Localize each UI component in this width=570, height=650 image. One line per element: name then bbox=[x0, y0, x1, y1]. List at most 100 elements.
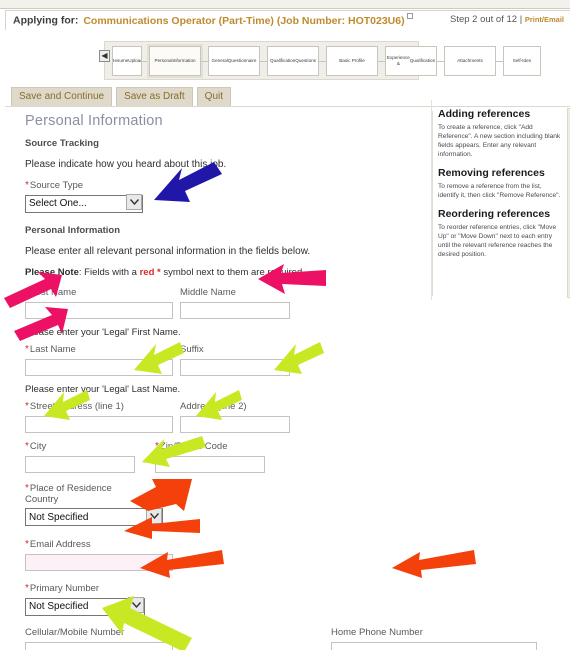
last-name-input[interactable] bbox=[25, 358, 173, 376]
required-asterisk: * bbox=[25, 539, 29, 550]
wizard-step-connector bbox=[496, 60, 503, 62]
primary-number-label-text: Primary Number bbox=[29, 583, 100, 594]
residence-label-text: Place of Residence bbox=[29, 482, 112, 494]
page-title: Personal Information bbox=[25, 113, 163, 129]
home-phone-input[interactable] bbox=[331, 641, 537, 650]
cellular-number-label: Cellular/Mobile Number bbox=[25, 626, 125, 638]
legal-last-name-note: Please enter your 'Legal' Last Name. bbox=[25, 383, 181, 395]
email-label-text: Email Address bbox=[29, 539, 91, 550]
street-address-label-text: Street Address (line 1) bbox=[29, 400, 124, 412]
wizard-step-label-line: Experience & bbox=[386, 55, 410, 66]
step-counter-text: Step 2 out of 12 | bbox=[449, 14, 523, 25]
browser-top-strip bbox=[0, 0, 570, 9]
wizard-step-8[interactable]: Self-Iden bbox=[503, 46, 541, 76]
wizard-step-7[interactable]: Attachments bbox=[444, 46, 496, 76]
wizard-step-connector bbox=[260, 60, 267, 62]
save-and-continue-button[interactable]: Save and Continue bbox=[11, 87, 113, 107]
wizard-step-label-line: Personal bbox=[154, 58, 173, 63]
required-asterisk: * bbox=[25, 286, 29, 298]
help-body-1: To create a reference, click "Add Refere… bbox=[438, 124, 561, 158]
personal-information-heading: Personal Information bbox=[25, 224, 121, 236]
application-form-page: Applying for: Communications Operator (Pa… bbox=[0, 0, 570, 650]
help-heading-3: Reordering references bbox=[438, 208, 551, 220]
source-type-select-wrapper[interactable] bbox=[25, 193, 143, 213]
last-name-label: *Last Name bbox=[25, 344, 173, 355]
help-body-3: To reorder reference entries, click "Mov… bbox=[438, 224, 557, 258]
email-label: *Email Address bbox=[25, 539, 425, 550]
help-heading-1: Adding references bbox=[438, 108, 531, 120]
required-fields-note: Please Note: Fields with a red * symbol … bbox=[25, 267, 425, 278]
city-label-text: City bbox=[29, 440, 47, 452]
city-label: *City bbox=[25, 441, 135, 452]
wizard-step-connector bbox=[378, 60, 385, 62]
zip-label: *Zip/Postal Code bbox=[155, 441, 265, 452]
wizard-steps-row: Resume Upload Personal Information General Qu… bbox=[112, 46, 541, 76]
personal-information-form: Personal Information Source Tracking Ple… bbox=[25, 110, 537, 650]
required-asterisk: * bbox=[155, 440, 159, 452]
primary-number-select-wrapper[interactable] bbox=[25, 596, 145, 616]
quit-button[interactable]: Quit bbox=[196, 87, 232, 107]
wizard-step-4[interactable]: Qualification Questions bbox=[267, 46, 319, 76]
wizard-step-label-line: Information bbox=[172, 58, 196, 63]
wizard-step-label-line: Upload bbox=[128, 58, 142, 63]
wizard-step-label-line: Basic Profile bbox=[339, 58, 365, 63]
required-asterisk: * bbox=[25, 180, 29, 191]
zip-input[interactable] bbox=[155, 455, 265, 473]
wizard-step-label-line: Attachments bbox=[457, 58, 483, 63]
residence-label-line2: Country bbox=[25, 493, 59, 505]
street-address-input[interactable] bbox=[25, 415, 173, 433]
wizard-step-label-line: Questions bbox=[295, 58, 316, 63]
cellular-number-input[interactable] bbox=[25, 641, 173, 650]
wizard-step-2[interactable]: Personal Information bbox=[149, 46, 201, 76]
first-name-input[interactable] bbox=[25, 301, 173, 319]
residence-label-line1: *Place of Residence bbox=[25, 483, 425, 494]
required-asterisk: * bbox=[25, 482, 29, 494]
wizard-step-connector bbox=[201, 60, 208, 62]
wizard-step-label-line: Questionnaire bbox=[227, 58, 257, 63]
city-input[interactable] bbox=[25, 455, 135, 473]
first-name-label-text: First Name bbox=[29, 286, 77, 298]
zip-label-text: Zip/Postal Code bbox=[159, 440, 228, 452]
wizard-prev-arrow[interactable]: ◀ bbox=[99, 50, 110, 62]
required-asterisk: * bbox=[25, 343, 29, 355]
wizard-step-6[interactable]: Experience & Qualification bbox=[385, 46, 437, 76]
help-body-2: To remove a reference from the list, ide… bbox=[438, 183, 561, 199]
wizard-step-connector bbox=[142, 60, 149, 62]
wizard-step-label-line: Qualification bbox=[409, 58, 436, 63]
popout-window-icon[interactable] bbox=[406, 13, 413, 19]
note-suffix: symbol next to them are required bbox=[160, 266, 303, 278]
wizard-step-connector bbox=[437, 60, 444, 62]
primary-number-select[interactable] bbox=[25, 597, 145, 616]
print-email-link[interactable]: Print/Email bbox=[525, 15, 564, 24]
applying-for-text: Applying for: Communications Operator (Pa… bbox=[13, 13, 413, 27]
wizard-step-5[interactable]: Basic Profile bbox=[326, 46, 378, 76]
job-title: Communications Operator (Part-Time) (Job… bbox=[83, 14, 405, 27]
help-heading-2: Removing references bbox=[438, 167, 545, 179]
required-asterisk: * bbox=[25, 440, 29, 452]
residence-country-select-wrapper[interactable] bbox=[25, 507, 163, 526]
middle-name-input[interactable] bbox=[180, 301, 290, 319]
residence-country-select[interactable] bbox=[25, 508, 163, 526]
legal-first-name-note: Please enter your 'Legal' First Name. bbox=[25, 326, 181, 338]
source-tracking-heading: Source Tracking bbox=[25, 138, 99, 149]
source-type-label-text: Source Type bbox=[29, 180, 84, 191]
middle-name-label: Middle Name bbox=[180, 286, 236, 298]
note-red-word: red bbox=[139, 266, 155, 278]
wizard-step-3[interactable]: General Questionnaire bbox=[208, 46, 260, 76]
email-input[interactable] bbox=[25, 554, 173, 571]
address-line2-input[interactable] bbox=[180, 415, 290, 433]
toolbar-divider bbox=[5, 106, 570, 107]
first-name-label: *First Name bbox=[25, 287, 173, 298]
wizard-step-label-line: Resume bbox=[112, 58, 129, 63]
wizard-step-label-line: Qualification bbox=[270, 58, 296, 63]
action-buttons: Save and Continue Save as Draft Quit bbox=[11, 87, 232, 107]
source-type-select[interactable] bbox=[25, 194, 143, 213]
note-prefix: Please Note bbox=[25, 266, 79, 278]
wizard-step-label-line: General bbox=[211, 58, 228, 63]
wizard-step-1[interactable]: Resume Upload bbox=[112, 46, 142, 76]
help-sidebar: Adding references To create a reference, … bbox=[432, 108, 570, 298]
note-mid: : Fields with a bbox=[78, 266, 140, 278]
suffix-input[interactable] bbox=[180, 358, 290, 376]
save-as-draft-button[interactable]: Save as Draft bbox=[116, 87, 193, 107]
source-tracking-instruction: Please indicate how you heard about this… bbox=[25, 159, 227, 170]
